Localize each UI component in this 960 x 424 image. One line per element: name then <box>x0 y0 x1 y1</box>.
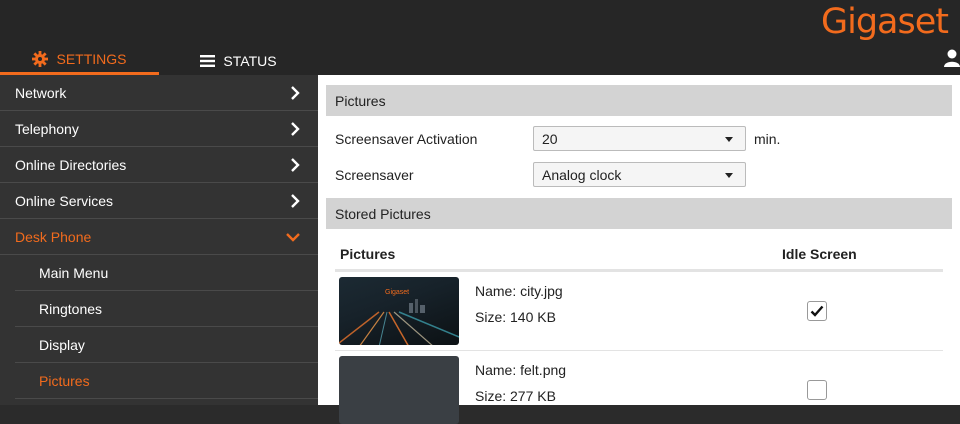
chevron-right-icon <box>291 85 300 100</box>
chevron-right-icon <box>291 121 300 136</box>
sidebar-item-online-services[interactable]: Online Services <box>0 183 318 219</box>
sidebar-subitem-main-menu[interactable]: Main Menu <box>15 255 318 291</box>
sidebar-item-label: Network <box>15 84 67 101</box>
screensaver-activation-label: Screensaver Activation <box>335 131 478 147</box>
idle-screen-checkbox-city[interactable] <box>807 301 827 321</box>
sidebar-item-desk-phone[interactable]: Desk Phone <box>0 219 318 255</box>
sidebar-subitem-display[interactable]: Display <box>15 327 318 363</box>
sidebar-subitem-pictures[interactable]: Pictures <box>15 363 318 399</box>
sidebar-item-online-directories[interactable]: Online Directories <box>0 147 318 183</box>
sidebar-subitem-label: Ringtones <box>39 300 103 317</box>
screensaver-label: Screensaver <box>335 167 414 183</box>
menu-icon <box>200 54 216 67</box>
picture-name: Name: city.jpg <box>475 283 563 299</box>
gear-icon <box>32 51 49 67</box>
select-value: 20 <box>542 130 558 147</box>
picture-size: Size: 277 KB <box>475 388 556 404</box>
user-icon[interactable] <box>944 48 960 68</box>
caret-down-icon <box>725 173 733 178</box>
chevron-right-icon <box>291 157 300 172</box>
minutes-unit-label: min. <box>754 131 781 147</box>
chevron-down-icon <box>286 232 300 242</box>
table-header-divider <box>335 269 943 272</box>
tab-status-label: STATUS <box>223 52 277 69</box>
section-header-pictures: Pictures <box>326 85 952 116</box>
main-content: Pictures Screensaver Activation 20 min. … <box>318 75 960 424</box>
sidebar-item-network[interactable]: Network <box>0 75 318 111</box>
select-value: Analog clock <box>542 166 622 183</box>
sidebar-item-telephony[interactable]: Telephony <box>0 111 318 147</box>
picture-size: Size: 140 KB <box>475 309 556 325</box>
sidebar-item-label: Online Directories <box>15 156 127 173</box>
sidebar-subitem-label: Display <box>39 336 85 353</box>
section-header-stored-pictures: Stored Pictures <box>326 198 952 229</box>
thumbnail-logo-text: Gigaset <box>385 289 410 296</box>
thumbnail-felt <box>339 356 459 424</box>
sidebar: Network Telephony Online Directories Onl… <box>0 75 318 405</box>
tab-settings[interactable]: SETTINGS <box>0 46 159 75</box>
sidebar-subitem-label: Main Menu <box>39 264 109 281</box>
screensaver-activation-select[interactable]: 20 <box>533 126 746 151</box>
chevron-right-icon <box>291 193 300 208</box>
idle-screen-checkbox-felt[interactable] <box>807 380 827 400</box>
city-photo-image <box>339 299 459 345</box>
sidebar-subitem-label: Pictures <box>39 372 90 389</box>
table-row-divider <box>335 350 943 351</box>
sidebar-item-label: Online Services <box>15 192 114 209</box>
thumbnail-city: Gigaset <box>339 277 459 345</box>
top-bar: Gigaset SETTINGS STATUS <box>0 0 960 75</box>
column-header-pictures: Pictures <box>340 246 396 262</box>
column-header-idle-screen: Idle Screen <box>782 246 857 262</box>
caret-down-icon <box>725 137 733 142</box>
sidebar-subitem-ringtones[interactable]: Ringtones <box>15 291 318 327</box>
screensaver-select[interactable]: Analog clock <box>533 162 746 187</box>
sidebar-item-label: Desk Phone <box>15 228 92 245</box>
picture-name: Name: felt.png <box>475 362 567 378</box>
checkmark-icon <box>810 305 824 317</box>
tab-settings-label: SETTINGS <box>56 51 127 67</box>
tab-status[interactable]: STATUS <box>159 46 318 75</box>
sidebar-item-label: Telephony <box>15 120 79 137</box>
gigaset-logo: Gigaset <box>820 2 949 42</box>
